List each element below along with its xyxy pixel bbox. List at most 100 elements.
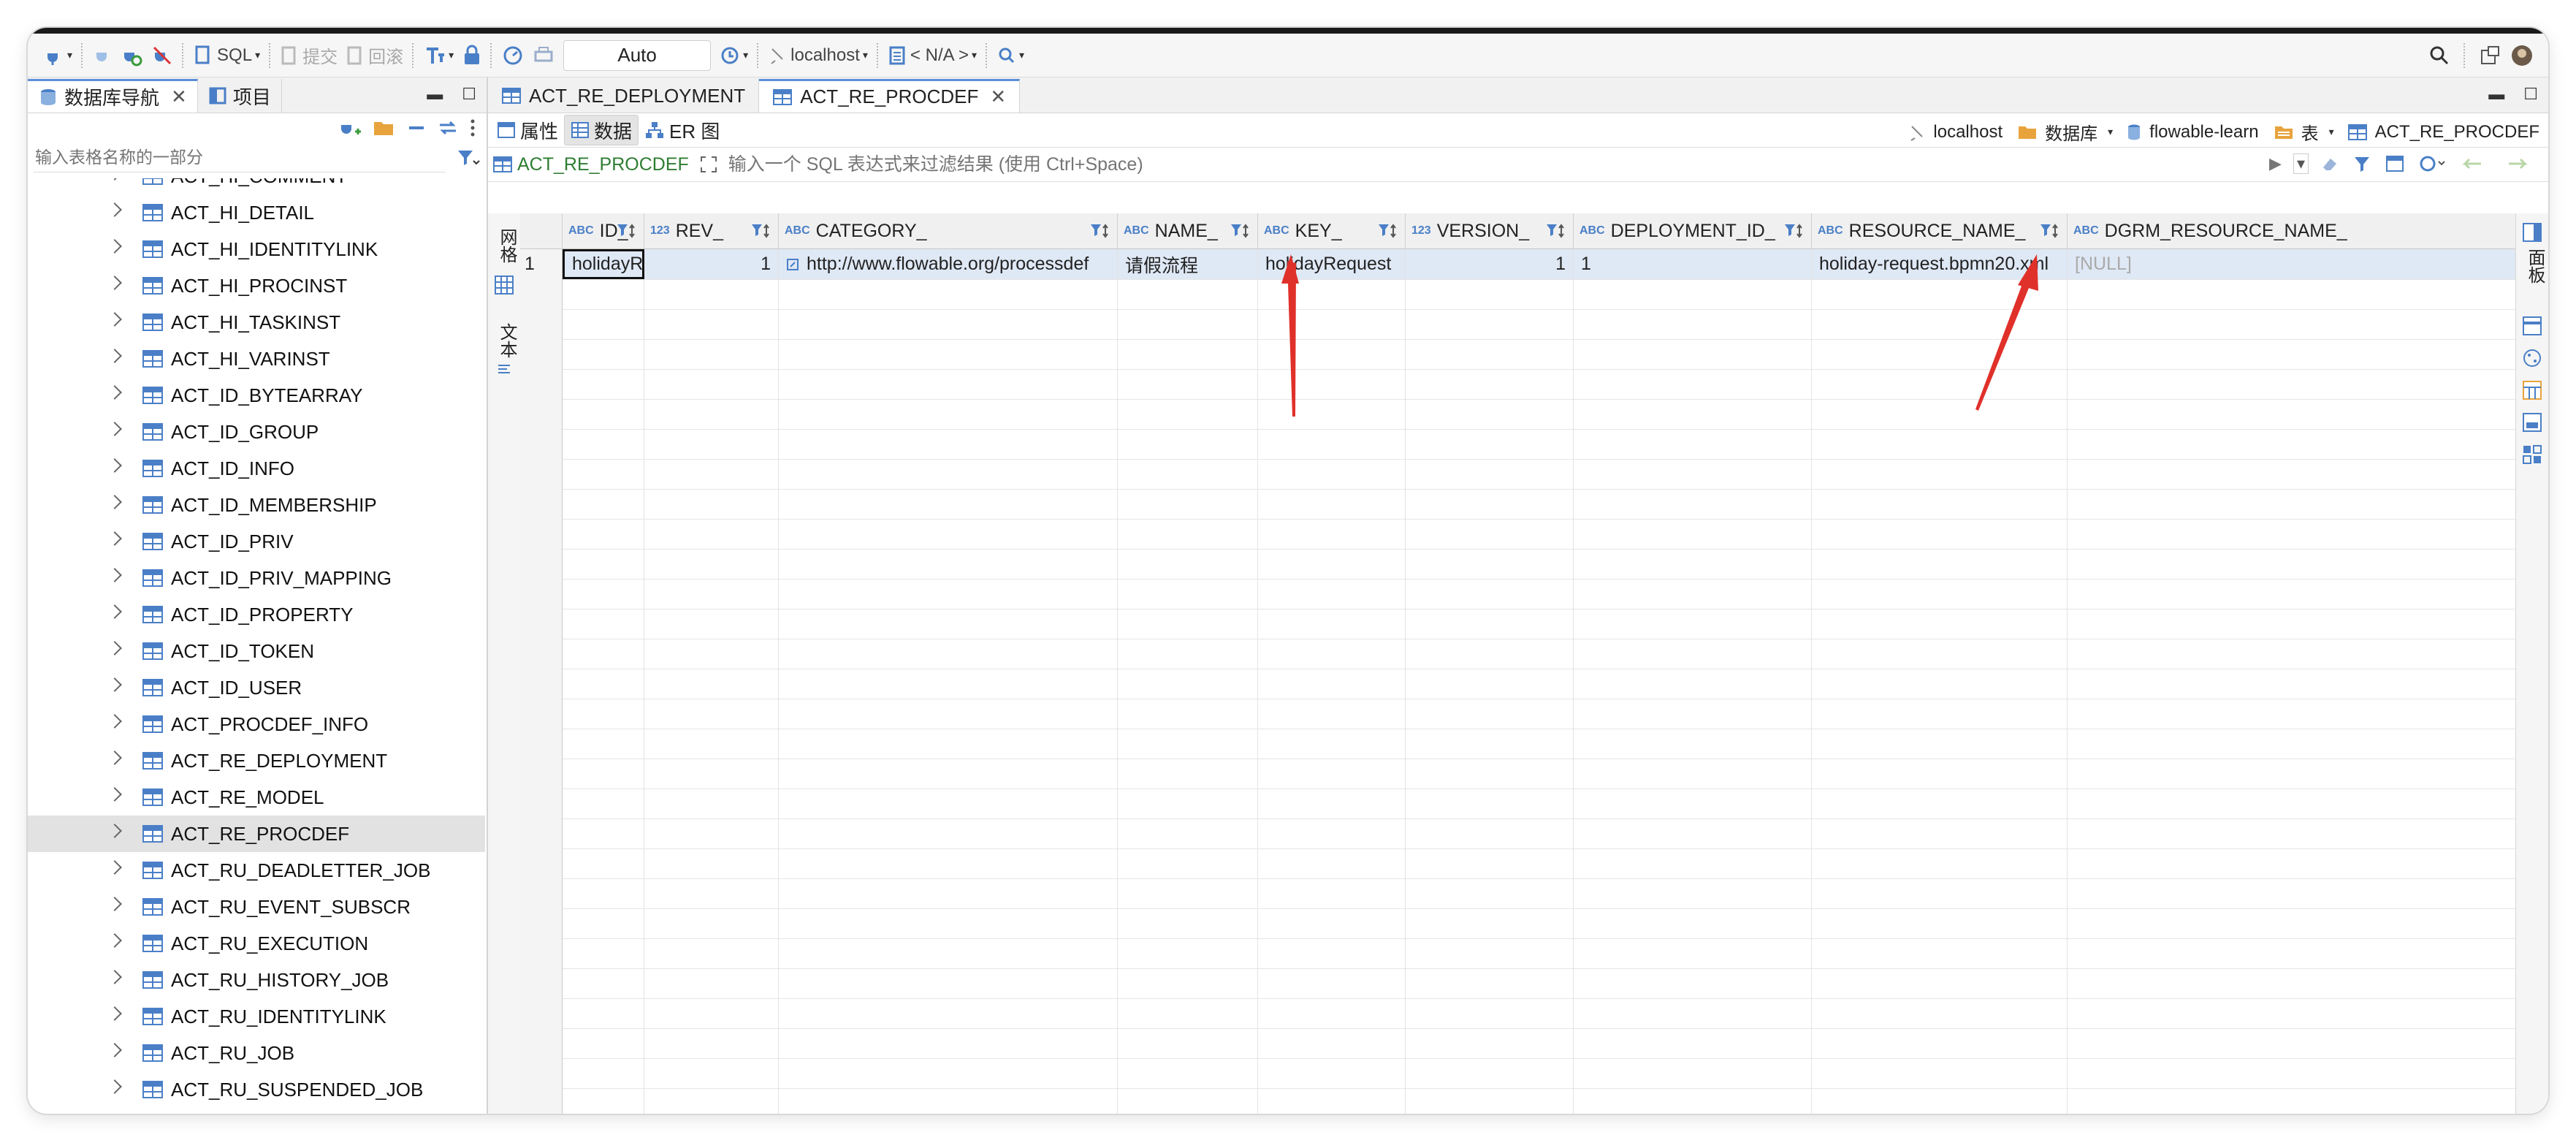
grid-cell[interactable] [779,309,1118,339]
grid-cell[interactable] [1406,489,1574,519]
grid-cell[interactable] [1406,848,1574,878]
tree-item-table[interactable]: ACT_RU_JOB [28,1035,485,1071]
grid-cell[interactable]: holidayRequest:1:3 [563,249,644,279]
filter-history-icon[interactable]: ▾ [2293,153,2309,174]
breadcrumb-table[interactable]: ACT_RE_PROCDEF [2375,122,2539,142]
grid-cell[interactable] [563,669,644,699]
grid-cell[interactable] [1118,1028,1258,1058]
grid-cell[interactable] [563,848,644,878]
tree-item-table[interactable]: ACT_PROCDEF_INFO [28,706,485,742]
grid-cell[interactable] [1406,938,1574,968]
chevron-right-icon[interactable] [107,897,122,911]
grid-cell[interactable] [563,729,644,759]
tree-item-table[interactable]: ACT_ID_USER [28,669,485,706]
more-vertical-icon[interactable] [469,118,476,137]
breadcrumb-host[interactable]: localhost [1933,122,2003,142]
table-row[interactable] [520,878,2516,909]
tab-database-navigator[interactable]: 数据库导航 ✕ [28,79,198,113]
grid-cell[interactable] [563,818,644,848]
grid-cell[interactable] [1118,788,1258,818]
tab-grid-view[interactable]: 网格 [494,228,519,263]
grid-cell[interactable] [563,369,644,399]
grid-cell[interactable]: 请假流程 [1118,249,1258,279]
maximize-icon[interactable]: ☐ [462,85,476,104]
calculator-icon[interactable] [2522,380,2542,400]
tree-item-table[interactable]: ACT_HI_COMMENT [28,178,485,194]
table-row[interactable] [520,399,2516,430]
row-number[interactable] [520,729,563,759]
table-row[interactable] [520,369,2516,400]
grid-cell[interactable] [779,848,1118,878]
grid-cell[interactable] [563,788,644,818]
grid-cell[interactable] [1812,938,2068,968]
chevron-right-icon[interactable] [107,641,122,656]
grid-cell[interactable] [1812,579,2068,609]
breadcrumb-table-label[interactable]: 表 [2301,119,2319,145]
grid-cell[interactable] [1812,609,2068,639]
table-row[interactable] [520,998,2516,1029]
grid-cell[interactable] [644,1088,779,1114]
grid-cell[interactable] [779,519,1118,549]
grid-cell[interactable] [2068,1028,2516,1058]
tab-act-re-procdef[interactable]: ACT_RE_PROCDEF ✕ [759,79,1021,113]
grid-cell[interactable] [779,399,1118,429]
tree-item-table[interactable]: ACT_RE_DEPLOYMENT [28,742,485,779]
grid-cell[interactable] [1812,788,2068,818]
grid-cell[interactable] [1812,459,2068,489]
table-row[interactable] [520,459,2516,490]
row-number[interactable] [520,339,563,369]
grid-cell[interactable] [1258,878,1406,908]
grid-cell[interactable] [1406,579,1574,609]
grid-cell[interactable] [1406,609,1574,639]
grid-cell[interactable] [1406,399,1574,429]
grid-cell[interactable] [779,429,1118,459]
tab-properties[interactable]: 属性 [491,115,564,145]
row-number[interactable] [520,1058,563,1088]
datasource-selector[interactable]: localhost ▾ [764,39,872,72]
grid-cell[interactable] [2068,609,2516,639]
reconnect-button[interactable] [88,39,116,72]
grid-cell[interactable] [1574,968,1812,998]
column-header[interactable]: 123 REV_ [644,213,779,248]
grid-cell[interactable] [1406,549,1574,579]
grid-cell[interactable] [644,309,779,339]
chevron-right-icon[interactable] [107,178,122,180]
grid-cell[interactable] [1812,998,2068,1028]
grid-cell[interactable] [1812,519,2068,549]
tab-projects[interactable]: 项目 [198,79,282,113]
grid-cell[interactable] [563,639,644,669]
grid-cell[interactable] [1574,938,1812,968]
grid-cell[interactable] [2068,429,2516,459]
chevron-down-icon[interactable]: ▾ [2329,126,2334,138]
row-number[interactable] [520,459,563,489]
link-icon[interactable] [786,258,799,271]
grid-cell[interactable] [1812,549,2068,579]
chevron-right-icon[interactable] [107,349,122,363]
grid-cell[interactable] [563,938,644,968]
column-filter-sort-icon[interactable] [616,222,638,240]
row-number[interactable] [520,579,563,609]
table-row[interactable] [520,579,2516,609]
tree-item-table[interactable]: ACT_HI_IDENTITYLINK [28,231,485,267]
close-icon[interactable]: ✕ [171,86,187,108]
column-header[interactable]: ABC DEPLOYMENT_ID_ [1574,213,1812,248]
grid-cell[interactable] [1574,429,1812,459]
column-filter-sort-icon[interactable] [1089,222,1111,240]
grid-cell[interactable] [779,818,1118,848]
grid-cell[interactable] [644,399,779,429]
grid-cell[interactable] [644,699,779,729]
grid-cell[interactable] [1574,669,1812,699]
grid-cell[interactable] [1118,818,1258,848]
rollback-button[interactable]: 回滚 [342,39,408,72]
row-number[interactable] [520,699,563,729]
print-button[interactable] [528,39,559,72]
tree-item-table[interactable]: ACT_RE_PROCDEF [28,816,485,852]
grid-cell[interactable] [563,399,644,429]
grid-cell[interactable] [1812,908,2068,938]
grid-cell[interactable] [2068,339,2516,369]
column-header[interactable]: 123 VERSION_ [1406,213,1574,248]
grid-cell[interactable] [644,549,779,579]
grid-cell[interactable] [1406,908,1574,938]
grid-cell[interactable] [2068,699,2516,729]
tree-item-table[interactable]: ACT_RU_HISTORY_JOB [28,962,485,998]
